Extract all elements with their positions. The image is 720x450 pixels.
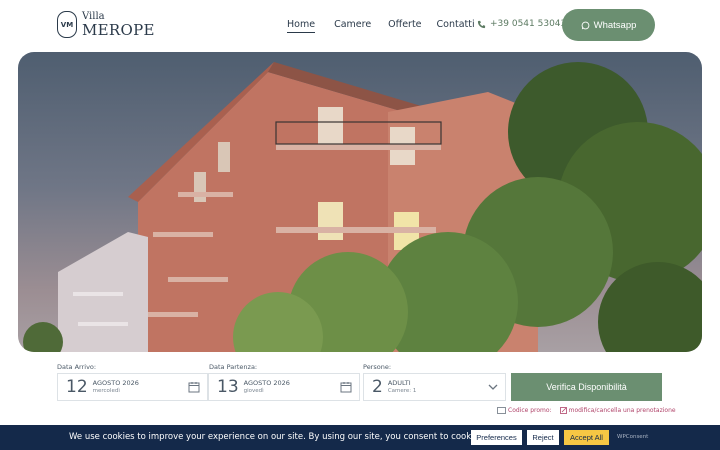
logo-mark: VM — [57, 11, 77, 38]
departure-day: 13 — [217, 377, 239, 397]
hotel-building-illustration — [23, 62, 702, 352]
whatsapp-button[interactable]: Whatsapp — [562, 9, 655, 41]
guests-type: ADULTI — [387, 379, 411, 388]
cookie-accept-button[interactable]: Accept All — [564, 430, 609, 445]
departure-label: Data Partenza: — [209, 363, 258, 371]
site-header: VM Villa MEROPE Home Camere Offerte Cont… — [0, 0, 720, 50]
departure-date-field[interactable]: 13 AGOSTO 2026 giovedì — [208, 373, 360, 401]
cookie-banner: We use cookies to improve your experienc… — [0, 425, 720, 450]
logo-name: MEROPE — [82, 20, 155, 39]
nav-home[interactable]: Home — [287, 19, 316, 33]
arrival-label: Data Arrivo: — [57, 363, 97, 371]
cookie-reject-button[interactable]: Reject — [527, 430, 559, 445]
arrival-date-field[interactable]: 12 AGOSTO 2026 mercoledì — [57, 373, 208, 401]
nav-contatti[interactable]: Contatti — [437, 19, 475, 33]
arrival-month: AGOSTO 2026 — [92, 379, 139, 388]
guests-select[interactable]: 2 ADULTI Camere: 1 — [363, 373, 506, 401]
arrival-weekday: mercoledì — [92, 387, 120, 394]
promo-code-link[interactable]: Codice promo: — [497, 407, 552, 414]
phone-number: +39 0541 53043 — [490, 19, 567, 29]
cookie-message: We use cookies to improve your experienc… — [69, 432, 486, 442]
booking-form: Data Arrivo: 12 AGOSTO 2026 mercoledì Da… — [57, 360, 663, 405]
main-nav: Home Camere Offerte Contatti — [287, 19, 475, 33]
guests-rooms: Camere: 1 — [387, 387, 417, 394]
cookie-preferences-button[interactable]: Preferences — [471, 430, 522, 445]
site-logo[interactable]: VM Villa MEROPE — [57, 11, 155, 38]
phone-link[interactable]: +39 0541 53043 — [477, 19, 566, 29]
calendar-icon — [188, 382, 200, 393]
nav-offerte[interactable]: Offerte — [388, 19, 421, 33]
whatsapp-icon — [581, 21, 589, 29]
edit-icon — [559, 407, 567, 414]
hero-image — [18, 52, 702, 352]
nav-camere[interactable]: Camere — [334, 19, 371, 33]
booking-sublinks: Codice promo: modifica/cancella una pren… — [497, 407, 676, 414]
arrival-day: 12 — [66, 377, 88, 397]
logo-small-text: Villa — [82, 10, 105, 22]
verify-availability-button[interactable]: Verifica Disponibilità — [511, 373, 662, 401]
whatsapp-label: Whatsapp — [593, 19, 637, 31]
guests-count: 2 — [372, 377, 383, 397]
wpconsent-logo[interactable]: WPConsent — [617, 434, 648, 440]
guests-label: Persone: — [363, 363, 392, 371]
phone-icon — [477, 20, 486, 28]
ticket-icon — [497, 407, 506, 414]
calendar-icon — [340, 382, 352, 393]
modify-booking-link[interactable]: modifica/cancella una prenotazione — [559, 407, 676, 414]
departure-weekday: giovedì — [243, 387, 264, 394]
chevron-down-icon — [488, 384, 498, 390]
departure-month: AGOSTO 2026 — [243, 379, 290, 388]
